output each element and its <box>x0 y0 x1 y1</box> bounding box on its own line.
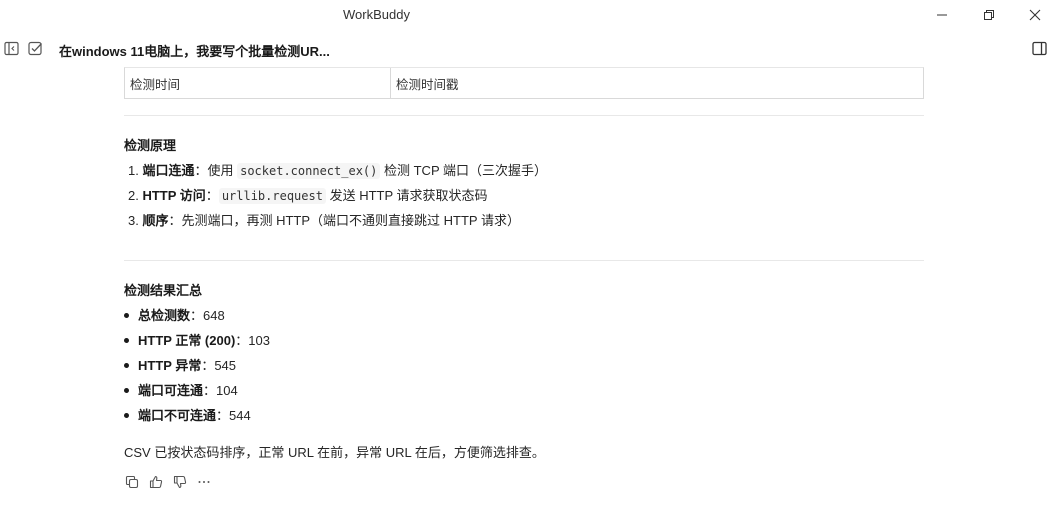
list-item-value: ：104 <box>203 383 238 398</box>
list-item: 端口可连通：104 <box>124 380 238 399</box>
dislike-button[interactable] <box>172 474 188 490</box>
minimize-button[interactable] <box>931 5 953 25</box>
list-item-label: HTTP 正常 (200) <box>138 333 236 348</box>
sidebar-toggle-icon <box>3 41 19 55</box>
list-item-value: ：103 <box>235 333 270 348</box>
close-button[interactable] <box>1024 5 1046 25</box>
list-item-label: 端口可连通 <box>138 383 204 398</box>
panel-icon <box>1031 41 1047 55</box>
divider <box>124 260 924 261</box>
thumbs-down-icon <box>173 475 187 489</box>
list-item: 总检测数：648 <box>124 305 225 324</box>
list-item-value: ：544 <box>216 408 251 423</box>
list-item-label: 顺序 <box>142 213 169 228</box>
copy-icon <box>125 475 139 489</box>
task-check-button[interactable] <box>27 40 43 56</box>
divider <box>124 115 924 116</box>
list-item: HTTP 异常：545 <box>124 355 236 374</box>
maximize-button[interactable] <box>978 5 1000 25</box>
app-title: WorkBuddy <box>343 7 410 22</box>
close-icon <box>1029 9 1041 21</box>
sidebar-toggle-button[interactable] <box>3 40 19 56</box>
list-item: 1. 端口连通：使用 socket.connect_ex() 检测 TCP 端口… <box>128 163 547 179</box>
bullet-icon <box>124 388 129 394</box>
list-item: 2. HTTP 访问： urllib.request 发送 HTTP 请求获取状态… <box>128 188 488 204</box>
bullet-icon <box>124 363 129 369</box>
list-item-label: HTTP 异常 <box>138 358 202 373</box>
list-item-label: 端口不可连通 <box>138 408 217 423</box>
minimize-icon <box>937 14 947 16</box>
title-bar: WorkBuddy <box>0 0 1053 30</box>
copy-button[interactable] <box>124 474 140 490</box>
restore-icon <box>984 10 994 20</box>
thumbs-up-icon <box>149 475 163 489</box>
list-item-label: 总检测数 <box>138 308 191 323</box>
list-item-value: ：545 <box>201 358 237 373</box>
list-item-label: HTTP 访问 <box>142 188 206 203</box>
list-item: 3. 顺序：先测端口，再测 HTTP（端口不通则直接跳过 HTTP 请求） <box>128 213 520 228</box>
right-panel-toggle-button[interactable] <box>1031 40 1047 56</box>
list-item-value: ：648 <box>190 308 225 323</box>
bullet-icon <box>124 313 129 319</box>
checkbox-icon <box>27 41 42 55</box>
like-button[interactable] <box>148 474 164 490</box>
inline-code: socket.connect_ex() <box>237 163 381 179</box>
inline-code: urllib.request <box>218 188 326 204</box>
result-fields-table: 检测时间 检测时间戳 <box>124 67 924 99</box>
conversation-title: 在windows 11电脑上，我要写个批量检测UR... <box>59 44 330 59</box>
list-item: HTTP 正常 (200)：103 <box>124 330 270 349</box>
bullet-icon <box>124 338 129 344</box>
more-icon <box>198 481 210 483</box>
message-actions <box>124 474 212 490</box>
conversation-header: 在windows 11电脑上，我要写个批量检测UR... <box>0 34 1053 62</box>
section-title-summary: 检测结果汇总 <box>124 283 203 298</box>
list-item-label: 端口连通 <box>142 163 195 178</box>
list-item: 端口不可连通：544 <box>124 405 251 424</box>
summary-note: CSV 已按状态码排序，正常 URL 在前，异常 URL 在后，方便筛选排查。 <box>124 445 545 460</box>
table-cell: 检测时间 <box>125 68 391 98</box>
bullet-icon <box>124 413 129 419</box>
section-title-principle: 检测原理 <box>124 138 177 153</box>
more-button[interactable] <box>196 474 212 490</box>
table-cell: 检测时间戳 <box>396 77 459 92</box>
